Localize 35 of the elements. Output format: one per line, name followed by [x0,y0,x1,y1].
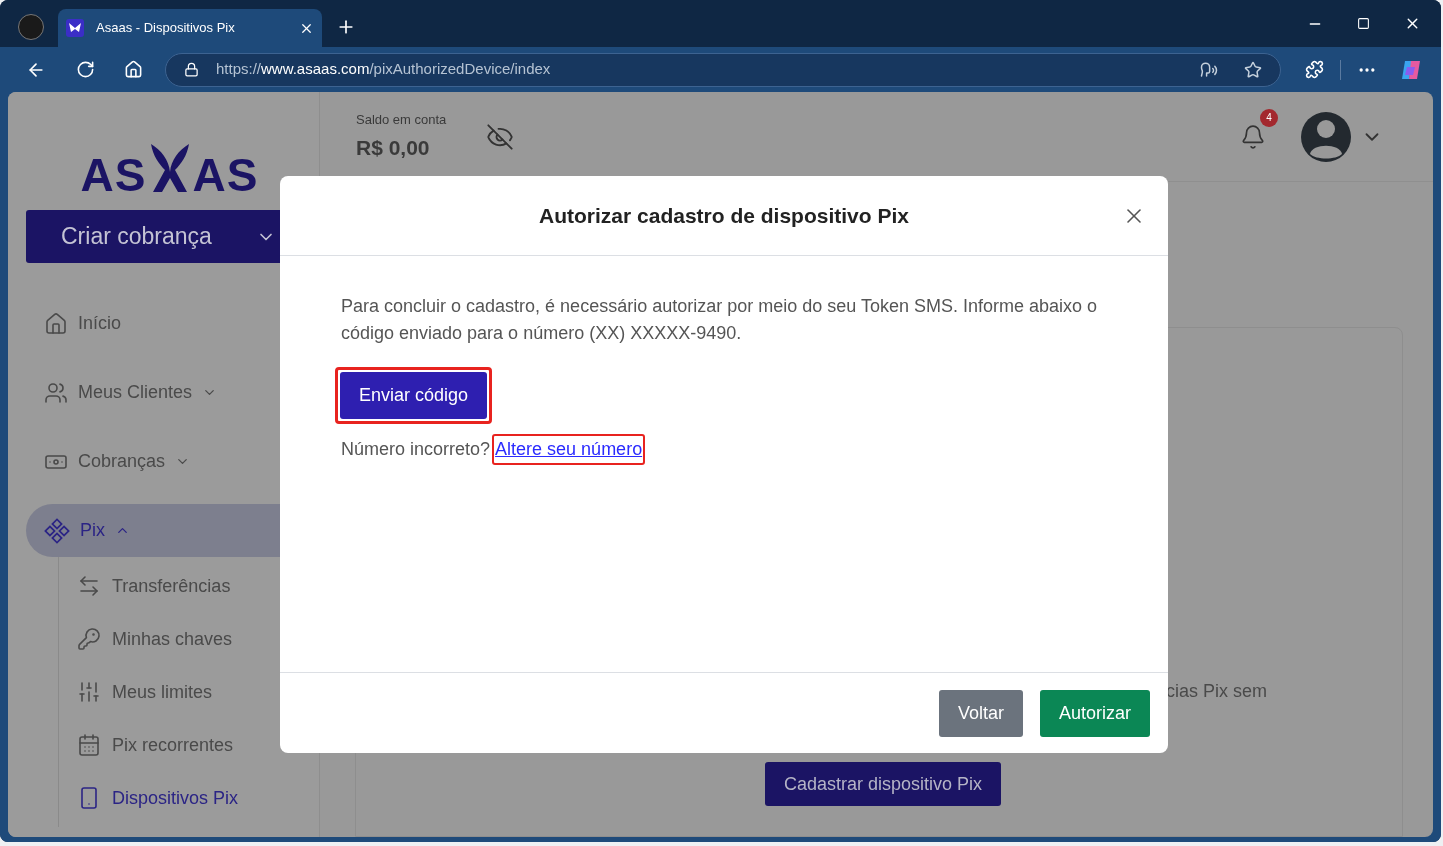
nav-label: Pix recorrentes [112,733,234,757]
send-code-button[interactable]: Enviar código [340,372,488,419]
card-text: cias Pix sem [1165,680,1267,703]
nav-label: Dispositivos Pix [112,786,239,810]
dialog-title: Autorizar cadastro de dispositivo Pix [539,202,909,229]
nav-subitem[interactable]: Meus limites [59,671,319,713]
nav-label: Pix [80,519,105,542]
nav-subitem[interactable]: Dispositivos Pix [59,777,319,819]
authorize-button[interactable]: Autorizar [1039,689,1150,737]
nav-label: Início [78,312,122,335]
nav-subitem[interactable]: Pix recorrentes [59,724,319,766]
logo-text: AS [192,152,259,198]
notification-badge: 4 [1260,108,1278,127]
dialog-message: Para concluir o cadastro, é necessário autorizar por meio do seu Token SMS. Informe abaixo o código enviado para o número (XX) XXXXX-9490. [341,295,1099,345]
register-device-button[interactable]: Cadastrar dispositivo Pix [764,762,1001,806]
balance-label: Saldo em conta [356,111,447,129]
nav-subitem[interactable]: Minhas chaves [59,618,319,660]
url-text: https://www.asaas.com/pixAuthorizedDevice/index [216,59,551,80]
address-bar[interactable]: https://www.asaas.com/pixAuthorizedDevice/index [165,52,1281,87]
balance-value: R$ 0,00 [356,134,431,161]
nav-label: Minhas chaves [112,627,233,651]
nav-label: Transferências [112,574,231,598]
nav-label: Meus Clientes [78,381,193,404]
nav-item[interactable]: Início [26,297,319,350]
browser-tab[interactable]: Asaas - Dispositivos Pix [58,9,322,47]
logo-text: AS [80,152,147,198]
tab-title: Asaas - Dispositivos Pix [96,19,235,38]
change-number-link[interactable]: Altere seu número [492,434,646,465]
nav-item[interactable]: Cobranças [26,435,319,488]
nav-item[interactable]: Meus Clientes [26,366,319,419]
back-button[interactable]: Voltar [938,689,1023,737]
nav-label: Meus limites [112,680,213,704]
prompt-text: Número incorreto? [341,438,491,461]
nav-subitem[interactable]: Transferências [59,565,319,607]
nav-label: Cobranças [78,450,166,473]
